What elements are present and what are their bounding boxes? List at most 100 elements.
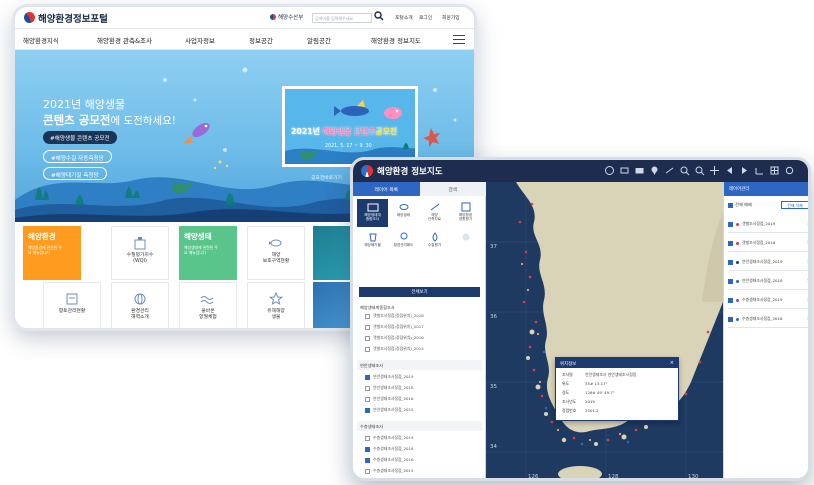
- category-env-chart[interactable]: 환경관리해도: [388, 229, 419, 257]
- checkbox[interactable]: [365, 335, 370, 341]
- contest-tag-button[interactable]: #해양생물 콘텐츠 공모전: [43, 131, 117, 144]
- contest-poster[interactable]: 2021년 해양생물 콘텐츠공모전 2021. 5. 17 ~ 9. 30: [282, 86, 418, 167]
- tab-search[interactable]: 검색: [419, 182, 486, 196]
- nav-item-observation[interactable]: 해양환경 관측&조사: [97, 35, 152, 45]
- active-layer-item[interactable]: 연안생태조사정점_2019 ×: [728, 254, 808, 271]
- layer-item[interactable]: 갯벌조사정점(정점위치)_2018: [365, 312, 424, 320]
- prev-icon[interactable]: [724, 165, 735, 176]
- layer-item[interactable]: 연안생태조사정점_2019: [365, 373, 413, 381]
- layer-item[interactable]: 수층생태조사정점_2016: [365, 456, 413, 464]
- chart-icon[interactable]: [754, 165, 765, 176]
- nav-item-notice[interactable]: 알림공간: [307, 35, 331, 45]
- category-water-quality[interactable]: 수질평가: [419, 229, 450, 257]
- measure-icon[interactable]: [664, 165, 675, 176]
- camera-icon[interactable]: [634, 165, 645, 176]
- checkbox-checked[interactable]: [728, 316, 733, 322]
- tab-layer-list[interactable]: 레이어 목록: [353, 182, 420, 196]
- active-layer-item[interactable]: 수층생태조사정점_2018 ×: [728, 311, 808, 328]
- checkbox[interactable]: [365, 435, 370, 441]
- checkbox-checked[interactable]: [728, 221, 733, 227]
- checkbox-checked[interactable]: [728, 278, 733, 284]
- group-coastal-ecology[interactable]: 연안생태조사: [357, 360, 482, 370]
- remove-icon[interactable]: ×: [807, 278, 808, 284]
- portal-logo[interactable]: 해양환경정보포털: [38, 11, 108, 25]
- checkbox[interactable]: [365, 385, 370, 391]
- remove-icon[interactable]: ×: [807, 259, 808, 265]
- checkbox-checked[interactable]: [365, 374, 370, 380]
- layer-item[interactable]: 수층생태조사정점_2019: [365, 434, 413, 442]
- category-ecology[interactable]: 해양생태: [388, 199, 419, 227]
- nav-item-knowledge[interactable]: 해양환경지식: [23, 35, 59, 45]
- category-observation[interactable]: 해양 관측자료: [419, 199, 450, 227]
- layer-item[interactable]: 수층생태조사정점_2015: [365, 467, 413, 475]
- card-protected-area[interactable]: 해양 보호구역현황: [247, 226, 305, 280]
- card-marine-environment[interactable]: 해양환경 해양환경에 관련된 주요 메뉴입니다: [23, 226, 81, 280]
- remove-icon[interactable]: ×: [807, 221, 808, 227]
- remove-icon[interactable]: ×: [807, 297, 808, 303]
- checkbox[interactable]: [365, 396, 370, 402]
- close-icon[interactable]: ×: [670, 360, 674, 366]
- active-layer-item[interactable]: 갯벌조사정점_2019 ×: [728, 216, 808, 233]
- checkbox-checked[interactable]: [365, 446, 370, 452]
- map-app-title[interactable]: 해양환경 정보지도: [377, 165, 443, 177]
- signup-link[interactable]: 회원가입: [442, 14, 460, 21]
- card-harmful-organisms[interactable]: 유해해양 생물: [247, 282, 305, 328]
- zoom-out-icon[interactable]: [694, 165, 705, 176]
- map-canvas[interactable]: 37 36 35 34 126 128 130: [486, 182, 723, 478]
- checkbox-checked[interactable]: [728, 259, 733, 265]
- active-layer-item[interactable]: 갯벌조사정점_2018 ×: [728, 235, 808, 252]
- hamburger-menu-icon[interactable]: [453, 35, 465, 45]
- active-layer-item[interactable]: 수층생태조사정점_2019 ×: [728, 292, 808, 309]
- air-quality-tag-button[interactable]: #해양대기질 측정망: [43, 167, 107, 180]
- remove-icon[interactable]: ×: [807, 316, 808, 322]
- zoom-in-icon[interactable]: [679, 165, 690, 176]
- print-icon[interactable]: [619, 165, 630, 176]
- card-wqi[interactable]: 수질평가지수 (WQI): [111, 226, 169, 280]
- ministry-link[interactable]: 해양수산부: [270, 13, 303, 21]
- layer-item[interactable]: 갯벌조사정점(정점위치)_2015: [365, 345, 424, 353]
- grid-icon[interactable]: [769, 165, 780, 176]
- checkbox[interactable]: [365, 324, 370, 330]
- view-all-button[interactable]: 전체보기: [359, 287, 480, 297]
- checkbox[interactable]: [365, 313, 370, 319]
- category-impact-assessment[interactable]: 해양환경 영향평가: [450, 199, 481, 227]
- checkbox-checked[interactable]: [728, 240, 733, 246]
- card-marine-ecology[interactable]: 해양생태 해양생태에 관련된 주요 메뉴입니다: [179, 226, 237, 280]
- water-quality-tag-button[interactable]: #해양수질 자동측정망: [43, 150, 112, 163]
- delete-all-button[interactable]: 전체 삭제: [781, 201, 808, 209]
- next-icon[interactable]: [739, 165, 750, 176]
- search-icon[interactable]: [374, 11, 384, 21]
- login-link[interactable]: 로그인: [419, 14, 432, 21]
- nav-item-info-map[interactable]: 해양환경 정보지도: [371, 35, 421, 45]
- card-land-management[interactable]: 항토관리현황: [43, 282, 101, 328]
- layer-item[interactable]: 수층생태조사정점_2018: [365, 445, 413, 453]
- card-env-management-area[interactable]: 환경관리 해역소개: [111, 282, 169, 328]
- select-all-toggle[interactable]: 전체 해제: [728, 202, 752, 208]
- layer-item[interactable]: 연안생태조사정점_2016: [365, 395, 413, 403]
- layer-item[interactable]: 연안생태조사정점_2015: [365, 406, 413, 414]
- poster-link[interactable]: 공모전바로가기: [311, 174, 342, 181]
- pan-icon[interactable]: [709, 165, 720, 176]
- checkbox[interactable]: [365, 468, 370, 474]
- remove-icon[interactable]: ×: [807, 240, 808, 246]
- checkbox-checked[interactable]: [365, 457, 370, 463]
- group-water-column[interactable]: 수층생태조사: [357, 421, 482, 431]
- layer-item[interactable]: 연안생태조사정점_2018: [365, 384, 413, 392]
- checkbox-checked[interactable]: [728, 202, 733, 208]
- card-farming-experience[interactable]: 울바른 양월체험: [179, 282, 237, 328]
- nav-item-business[interactable]: 사업자정보: [185, 35, 215, 45]
- layers-icon[interactable]: [604, 165, 615, 176]
- layer-item[interactable]: 갯벌조사정점(정점위치)_2016: [365, 334, 424, 342]
- nav-item-info-space[interactable]: 정보공간: [249, 35, 273, 45]
- refresh-icon[interactable]: [784, 165, 795, 176]
- active-layer-item[interactable]: 연안생태조사정점_2018 ×: [728, 273, 808, 290]
- location-icon[interactable]: [649, 165, 660, 176]
- checkbox-checked[interactable]: [365, 407, 370, 413]
- group-ecosystem-survey[interactable]: 해양생태계종합조사: [357, 302, 482, 312]
- portal-intro-link[interactable]: 포털소개: [395, 14, 413, 21]
- category-ecosystem-survey[interactable]: 해양생태계 종합조사: [357, 199, 388, 227]
- checkbox[interactable]: [365, 346, 370, 352]
- layer-item[interactable]: 갯벌조사정점(정점위치)_2017: [365, 323, 424, 331]
- category-marine-waste[interactable]: 해양폐기물: [357, 229, 388, 257]
- checkbox-checked[interactable]: [728, 297, 733, 303]
